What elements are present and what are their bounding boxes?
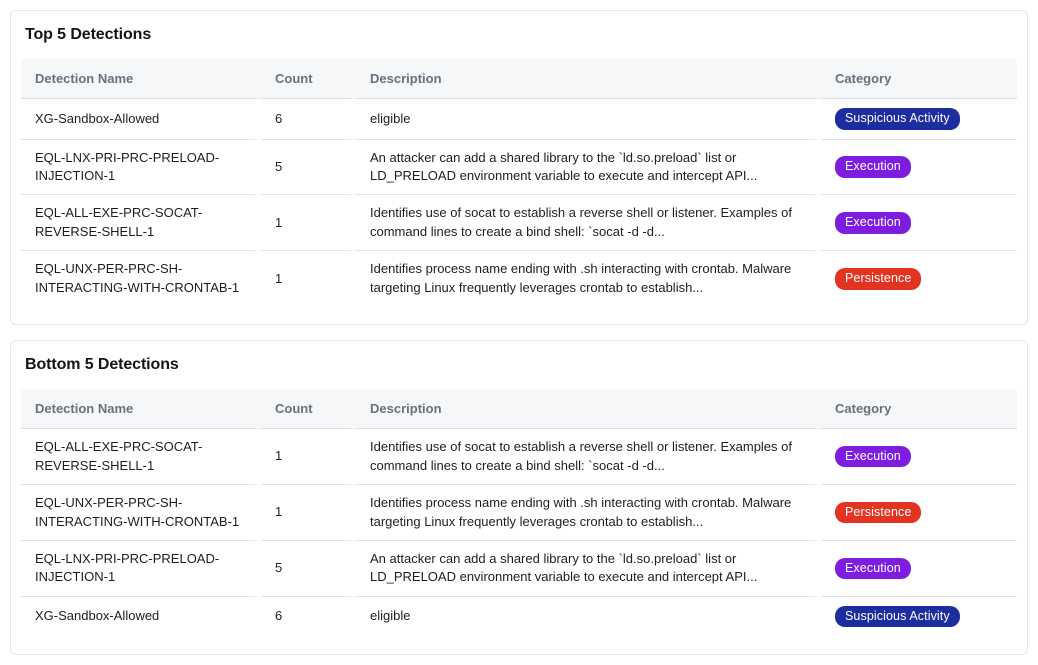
table-row: EQL-UNX-PER-PRC-SH-INTERACTING-WITH-CRON… — [21, 485, 1017, 541]
table-row: EQL-ALL-EXE-PRC-SOCAT-REVERSE-SHELL-11Id… — [21, 429, 1017, 485]
column-header-description: Description — [356, 59, 821, 99]
cell-category: Persistence — [821, 251, 1017, 306]
cell-description: Identifies process name ending with .sh … — [356, 485, 821, 541]
cell-detection-name: EQL-LNX-PRI-PRC-PRELOAD-INJECTION-1 — [21, 541, 261, 597]
table-row: XG-Sandbox-Allowed6eligible Suspicious Ac… — [21, 99, 1017, 140]
cell-count: 6 — [261, 597, 356, 637]
cell-description: An attacker can add a shared library to … — [356, 541, 821, 597]
cell-detection-name: EQL-ALL-EXE-PRC-SOCAT-REVERSE-SHELL-1 — [21, 429, 261, 485]
cell-category: Execution — [821, 140, 1017, 196]
top-5-detections-card: Top 5 Detections Detection NameCountDesc… — [10, 10, 1028, 325]
table-body: EQL-ALL-EXE-PRC-SOCAT-REVERSE-SHELL-11Id… — [21, 429, 1017, 636]
bottom-5-detections-table: Detection NameCountDescriptionCategory E… — [21, 389, 1017, 636]
table-row: EQL-LNX-PRI-PRC-PRELOAD-INJECTION-15An a… — [21, 140, 1017, 196]
cell-count: 1 — [261, 429, 356, 485]
column-header-description: Description — [356, 389, 821, 429]
table-header: Detection NameCountDescriptionCategory — [21, 59, 1017, 99]
cell-detection-name: EQL-LNX-PRI-PRC-PRELOAD-INJECTION-1 — [21, 140, 261, 196]
column-header-category: Category — [821, 389, 1017, 429]
table-row: XG-Sandbox-Allowed6eligible Suspicious Ac… — [21, 597, 1017, 637]
cell-description: Identifies use of socat to establish a r… — [356, 195, 821, 251]
cell-description: Identifies process name ending with .sh … — [356, 251, 821, 306]
table-row: EQL-LNX-PRI-PRC-PRELOAD-INJECTION-15An a… — [21, 541, 1017, 597]
cell-count: 6 — [261, 99, 356, 140]
category-badge: Execution — [835, 156, 911, 178]
category-badge: Execution — [835, 558, 911, 580]
cell-category: Execution — [821, 195, 1017, 251]
cell-category: Suspicious Activity — [821, 597, 1017, 637]
cell-detection-name: EQL-UNX-PER-PRC-SH-INTERACTING-WITH-CRON… — [21, 485, 261, 541]
category-badge: Suspicious Activity — [835, 606, 960, 628]
cell-detection-name: XG-Sandbox-Allowed — [21, 597, 261, 637]
cell-count: 1 — [261, 485, 356, 541]
category-badge: Execution — [835, 212, 911, 234]
bottom-5-detections-card: Bottom 5 Detections Detection NameCountD… — [10, 340, 1028, 655]
table-row: EQL-ALL-EXE-PRC-SOCAT-REVERSE-SHELL-11Id… — [21, 195, 1017, 251]
detections-dashboard: Top 5 Detections Detection NameCountDesc… — [0, 0, 1038, 665]
column-header-detection-name: Detection Name — [21, 389, 261, 429]
category-badge: Execution — [835, 446, 911, 468]
category-badge: Persistence — [835, 268, 921, 290]
category-badge: Suspicious Activity — [835, 108, 960, 130]
column-header-count: Count — [261, 59, 356, 99]
table-header: Detection NameCountDescriptionCategory — [21, 389, 1017, 429]
category-badge: Persistence — [835, 502, 921, 524]
cell-category: Execution — [821, 541, 1017, 597]
cell-description: An attacker can add a shared library to … — [356, 140, 821, 196]
column-header-category: Category — [821, 59, 1017, 99]
cell-detection-name: EQL-ALL-EXE-PRC-SOCAT-REVERSE-SHELL-1 — [21, 195, 261, 251]
table-row: EQL-UNX-PER-PRC-SH-INTERACTING-WITH-CRON… — [21, 251, 1017, 306]
top-5-detections-title: Top 5 Detections — [25, 26, 1017, 44]
top-5-detections-table: Detection NameCountDescriptionCategory X… — [21, 59, 1017, 306]
cell-category: Execution — [821, 429, 1017, 485]
bottom-5-detections-title: Bottom 5 Detections — [25, 356, 1017, 374]
cell-description: eligible — [356, 99, 821, 140]
cell-count: 1 — [261, 195, 356, 251]
cell-description: Identifies use of socat to establish a r… — [356, 429, 821, 485]
column-header-count: Count — [261, 389, 356, 429]
cell-count: 5 — [261, 140, 356, 196]
cell-count: 5 — [261, 541, 356, 597]
cell-description: eligible — [356, 597, 821, 637]
cell-detection-name: XG-Sandbox-Allowed — [21, 99, 261, 140]
column-header-detection-name: Detection Name — [21, 59, 261, 99]
cell-detection-name: EQL-UNX-PER-PRC-SH-INTERACTING-WITH-CRON… — [21, 251, 261, 306]
cell-count: 1 — [261, 251, 356, 306]
table-body: XG-Sandbox-Allowed6eligible Suspicious Ac… — [21, 99, 1017, 306]
cell-category: Persistence — [821, 485, 1017, 541]
cell-category: Suspicious Activity — [821, 99, 1017, 140]
